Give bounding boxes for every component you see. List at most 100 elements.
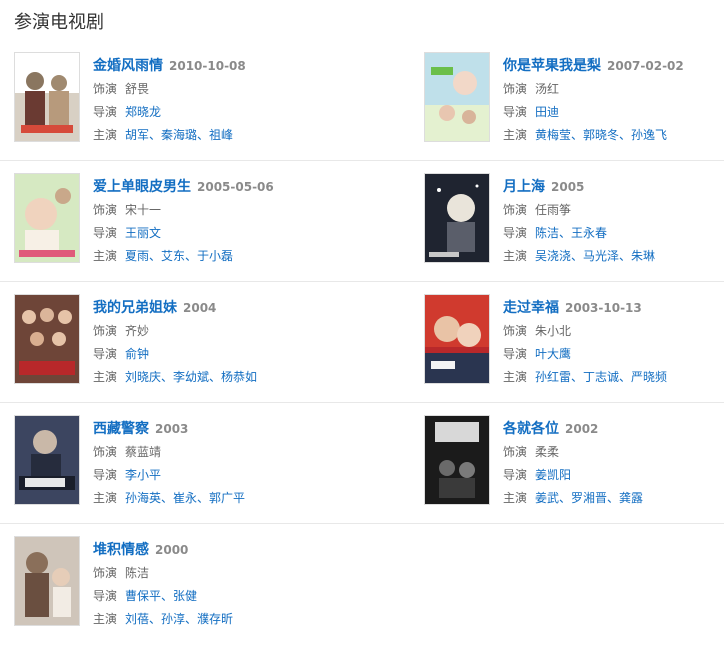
director-label: 导演 — [93, 589, 118, 603]
cast-label: 主演 — [503, 370, 528, 384]
cast-link[interactable]: 夏雨、艾东、于小磊 — [125, 249, 233, 263]
director-link[interactable]: 李小平 — [125, 468, 161, 482]
poster-graphic — [425, 53, 489, 141]
poster-image[interactable] — [14, 294, 80, 384]
poster-image[interactable] — [424, 52, 490, 142]
role-value: 陈洁 — [125, 566, 150, 580]
poster-image[interactable] — [424, 415, 490, 505]
drama-title[interactable]: 堆积情感 — [93, 542, 149, 558]
director-link[interactable]: 曹保平、张健 — [125, 589, 197, 603]
poster-graphic — [425, 174, 489, 262]
cast-label: 主演 — [503, 249, 528, 263]
cast-link[interactable]: 刘晓庆、李幼斌、杨恭如 — [125, 370, 257, 384]
cast-label: 主演 — [503, 491, 528, 505]
director-label: 导演 — [93, 226, 118, 240]
drama-title[interactable]: 金婚风雨情 — [93, 58, 163, 74]
director-link[interactable]: 姜凯阳 — [535, 468, 571, 482]
director-label: 导演 — [93, 347, 118, 361]
drama-card: 西藏警察 2003 饰演 蔡蓝靖 导演 李小平 主演 孙海英、崔永、郭广平 — [14, 415, 344, 505]
drama-card: 月上海 2005 饰演 任雨筝 导演 陈洁、王永春 主演 吴浇浇、马光泽、朱琳 — [424, 173, 724, 263]
cast-label: 主演 — [93, 491, 118, 505]
poster-graphic — [15, 295, 79, 383]
role-value: 宋十一 — [125, 203, 162, 217]
drama-date: 2004 — [183, 301, 217, 315]
drama-title[interactable]: 你是苹果我是梨 — [503, 58, 601, 74]
role-label: 饰演 — [93, 324, 118, 338]
drama-row: 金婚风雨情 2010-10-08 饰演 舒畏 导演 郑晓龙 主演 胡军、秦海璐、祖峰 — [0, 40, 724, 161]
director-label: 导演 — [503, 347, 528, 361]
drama-card: 各就各位 2002 饰演 柔柔 导演 姜凯阳 主演 姜武、罗湘晋、龚露 — [424, 415, 724, 505]
drama-row: 西藏警察2003 饰演蔡蓝靖 导演李小平 主演孙海英、崔永、郭广平 各就 — [0, 403, 724, 524]
director-link[interactable]: 陈洁、王永春 — [535, 226, 607, 240]
drama-date: 2005-05-06 — [197, 180, 274, 194]
poster-graphic — [15, 416, 79, 504]
drama-date: 2000 — [155, 543, 189, 557]
cast-label: 主演 — [503, 128, 528, 142]
poster-graphic — [425, 295, 489, 383]
role-value: 舒畏 — [125, 82, 150, 96]
cast-link[interactable]: 吴浇浇、马光泽、朱琳 — [535, 249, 655, 263]
cast-link[interactable]: 黄梅莹、郭晓冬、孙逸飞 — [535, 128, 667, 142]
drama-date: 2003 — [155, 422, 189, 436]
drama-card: 爱上单眼皮男生 2005-05-06 饰演 宋十一 导演 王丽文 主演 夏雨、艾东、于小… — [14, 173, 344, 263]
role-label: 饰演 — [93, 566, 118, 580]
drama-title[interactable]: 爱上单眼皮男生 — [93, 179, 191, 195]
role-label: 饰演 — [93, 82, 118, 96]
role-label: 饰演 — [503, 203, 528, 217]
director-link[interactable]: 田迪 — [535, 105, 559, 119]
poster-image[interactable] — [424, 294, 490, 384]
drama-card: 金婚风雨情 2010-10-08 饰演 舒畏 导演 郑晓龙 主演 胡军、秦海璐、祖峰 — [14, 52, 344, 142]
drama-title[interactable]: 月上海 — [503, 179, 545, 195]
role-value: 汤红 — [535, 82, 560, 96]
drama-row: 堆积情感 2000 饰演 陈洁 导演 曹保平、张健 主演 刘蓓、孙淳、濮存昕 — [0, 524, 724, 645]
director-link[interactable]: 俞钟 — [125, 347, 149, 361]
role-label: 饰演 — [503, 445, 528, 459]
drama-date: 2007-02-02 — [607, 59, 684, 73]
drama-date: 2003-10-13 — [565, 301, 642, 315]
drama-card: 走过幸福 2003-10-13 饰演 朱小北 导演 叶大鹰 主演 孙红雷、丁志诚、严晓频 — [424, 294, 724, 384]
drama-card: 你是苹果我是梨 2007-02-02 饰演 汤红 导演 田迪 主演 黄梅莹、郭晓冬、孙逸… — [424, 52, 724, 142]
role-label: 饰演 — [503, 324, 528, 338]
section-title: 参演电视剧 — [14, 12, 104, 33]
director-label: 导演 — [503, 468, 528, 482]
director-label: 导演 — [503, 105, 528, 119]
poster-graphic — [15, 53, 79, 141]
director-label: 导演 — [93, 105, 118, 119]
director-link[interactable]: 王丽文 — [125, 226, 161, 240]
poster-graphic — [15, 174, 79, 262]
drama-title[interactable]: 各就各位 — [503, 421, 559, 437]
drama-date: 2005 — [551, 180, 585, 194]
cast-label: 主演 — [93, 612, 118, 626]
poster-image[interactable] — [14, 173, 80, 263]
drama-card: 我的兄弟姐妹 2004 饰演 齐妙 导演 俞钟 主演 刘晓庆、李幼斌、杨恭如 — [14, 294, 344, 384]
role-label: 饰演 — [93, 203, 118, 217]
cast-link[interactable]: 胡军、秦海璐、祖峰 — [125, 128, 233, 142]
director-link[interactable]: 郑晓龙 — [125, 105, 161, 119]
cast-label: 主演 — [93, 249, 118, 263]
cast-link[interactable]: 孙海英、崔永、郭广平 — [125, 491, 245, 505]
role-value: 蔡蓝靖 — [125, 445, 162, 459]
cast-link[interactable]: 姜武、罗湘晋、龚露 — [535, 491, 643, 505]
poster-image[interactable] — [14, 52, 80, 142]
drama-card: 堆积情感 2000 饰演 陈洁 导演 曹保平、张健 主演 刘蓓、孙淳、濮存昕 — [14, 536, 344, 626]
cast-link[interactable]: 孙红雷、丁志诚、严晓频 — [535, 370, 667, 384]
poster-image[interactable] — [14, 536, 80, 626]
poster-image[interactable] — [424, 173, 490, 263]
cast-link[interactable]: 刘蓓、孙淳、濮存昕 — [125, 612, 233, 626]
drama-title[interactable]: 我的兄弟姐妹 — [93, 300, 177, 316]
poster-graphic — [425, 416, 489, 504]
role-label: 饰演 — [503, 82, 528, 96]
role-value: 齐妙 — [125, 324, 150, 338]
role-value: 任雨筝 — [535, 203, 572, 217]
poster-image[interactable] — [14, 415, 80, 505]
drama-date: 2002 — [565, 422, 599, 436]
drama-title[interactable]: 走过幸福 — [503, 300, 559, 316]
drama-title[interactable]: 西藏警察 — [93, 421, 149, 437]
role-value: 朱小北 — [535, 324, 572, 338]
cast-label: 主演 — [93, 370, 118, 384]
cast-label: 主演 — [93, 128, 118, 142]
director-link[interactable]: 叶大鹰 — [535, 347, 571, 361]
role-value: 柔柔 — [535, 445, 560, 459]
drama-row: 爱上单眼皮男生 2005-05-06 饰演 宋十一 导演 王丽文 主演 夏雨、艾东、于小… — [0, 161, 724, 282]
poster-graphic — [15, 537, 79, 625]
